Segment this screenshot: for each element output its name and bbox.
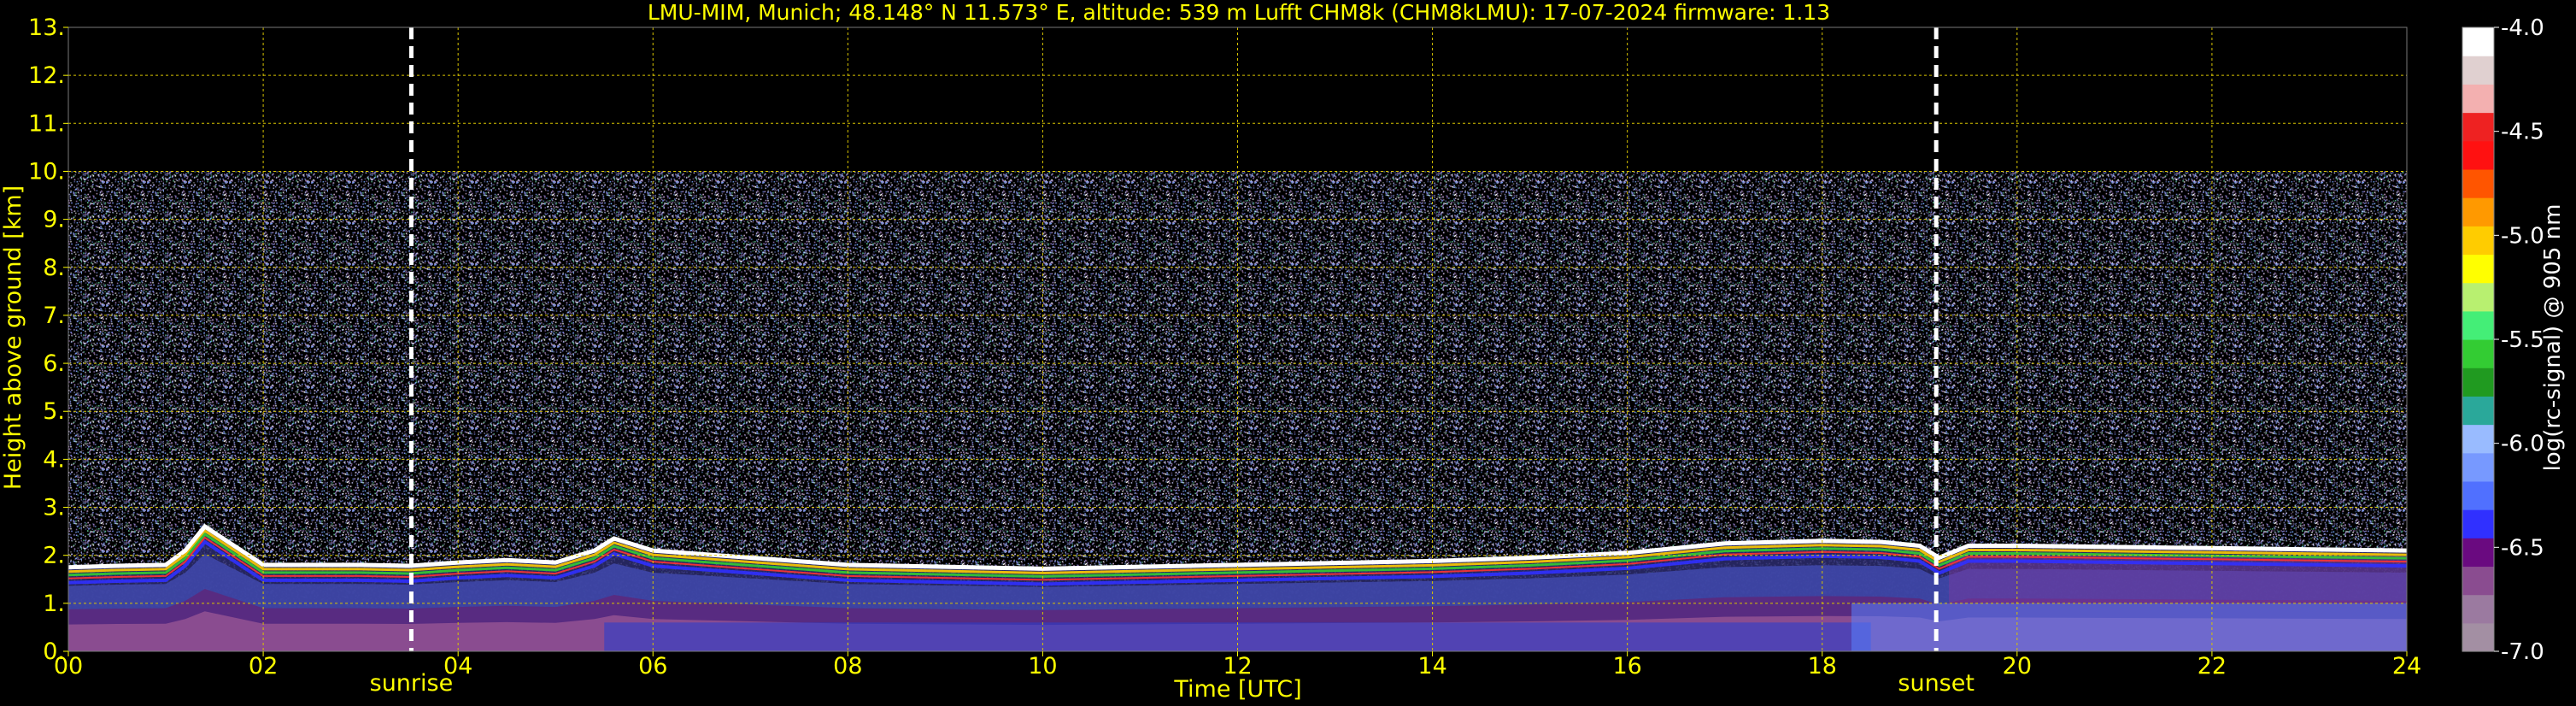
y-tick-label: 12.: [28, 62, 65, 89]
y-tick-label: 3.: [43, 495, 65, 521]
y-tick-label: 7.: [43, 303, 65, 329]
y-tick-label: 4.: [43, 446, 65, 473]
x-tick-label: 08: [833, 653, 862, 680]
colorbar-tick-label: -7.0: [2501, 639, 2544, 665]
y-tick-label: 6.: [43, 350, 65, 377]
y-axis-label: Height above ground [km]: [0, 185, 26, 490]
colorbar-segment: [2462, 396, 2494, 426]
x-tick-label: 22: [2198, 653, 2227, 680]
colorbar-segment: [2462, 424, 2494, 454]
colorbar-tick-label: -5.5: [2501, 327, 2544, 353]
colorbar-segment: [2462, 509, 2494, 538]
colorbar-segment: [2462, 27, 2494, 56]
colorbar-segment: [2462, 480, 2494, 510]
colorbar-tick-label: -5.0: [2501, 223, 2544, 249]
x-tick-label: 06: [638, 653, 667, 680]
y-tick-label: 1.: [43, 591, 65, 617]
y-tick-label: 11.: [28, 110, 65, 137]
ceilometer-chart: LMU-MIM, Munich; 48.148° N 11.573° E, al…: [0, 0, 2566, 703]
y-tick-label: 5.: [43, 398, 65, 425]
colorbar-segment: [2462, 566, 2494, 596]
y-tick-label: 8.: [43, 255, 65, 281]
sunrise-label: sunrise: [370, 670, 454, 697]
colorbar: -4.0 -4.5 -5.0 -5.5 -6.0 -6.5 -7.0: [2462, 15, 2544, 665]
colorbar-segment: [2462, 339, 2494, 368]
colorbar-segment: [2462, 622, 2494, 652]
x-tick-label: 24: [2392, 653, 2421, 680]
colorbar-segment: [2462, 368, 2494, 397]
colorbar-segment: [2462, 254, 2494, 284]
sunset-label: sunset: [1898, 670, 1975, 697]
colorbar-segment: [2462, 140, 2494, 170]
y-axis: 0. 1. 2. 3. 4. 5. 6. 7. 8. 9. 10. 11. 12. 13.: [28, 15, 68, 665]
colorbar-segment: [2462, 282, 2494, 312]
colorbar-segment: [2462, 538, 2494, 568]
colorbar-label: log(rc-signal) @ 905 nm: [2540, 204, 2566, 472]
plot-area: [68, 27, 2407, 651]
colorbar-segment: [2462, 197, 2494, 227]
colorbar-segment: [2462, 594, 2494, 624]
layer-day-blue-band: [604, 622, 1871, 651]
colorbar-tick-label: -6.5: [2501, 535, 2544, 561]
y-tick-label: 2.: [43, 543, 65, 569]
x-tick-label: 16: [1612, 653, 1641, 680]
x-tick-label: 20: [2003, 653, 2032, 680]
colorbar-tick-label: -6.0: [2501, 432, 2544, 457]
colorbar-tick-label: -4.5: [2501, 120, 2544, 145]
x-tick-label: 02: [249, 653, 278, 680]
y-tick-label: 10.: [28, 158, 65, 185]
y-tick-label: 9.: [43, 207, 65, 233]
x-tick-label: 18: [1808, 653, 1837, 680]
colorbar-segment: [2462, 226, 2494, 256]
colorbar-tick-label: -4.0: [2501, 15, 2544, 41]
x-axis-label: Time [UTC]: [1173, 676, 1301, 703]
colorbar-segment: [2462, 56, 2494, 85]
colorbar-segment: [2462, 168, 2494, 198]
x-tick-label: 14: [1417, 653, 1446, 680]
x-tick-label: 10: [1028, 653, 1057, 680]
chart-title: LMU-MIM, Munich; 48.148° N 11.573° E, al…: [648, 0, 1830, 25]
y-tick-label: 0.: [43, 638, 65, 665]
colorbar-segment: [2462, 452, 2494, 482]
colorbar-segment: [2462, 112, 2494, 142]
event-labels: sunrise sunset: [370, 670, 1975, 697]
colorbar-segment: [2462, 84, 2494, 114]
colorbar-segment: [2462, 310, 2494, 340]
y-tick-label: 13.: [28, 15, 65, 41]
